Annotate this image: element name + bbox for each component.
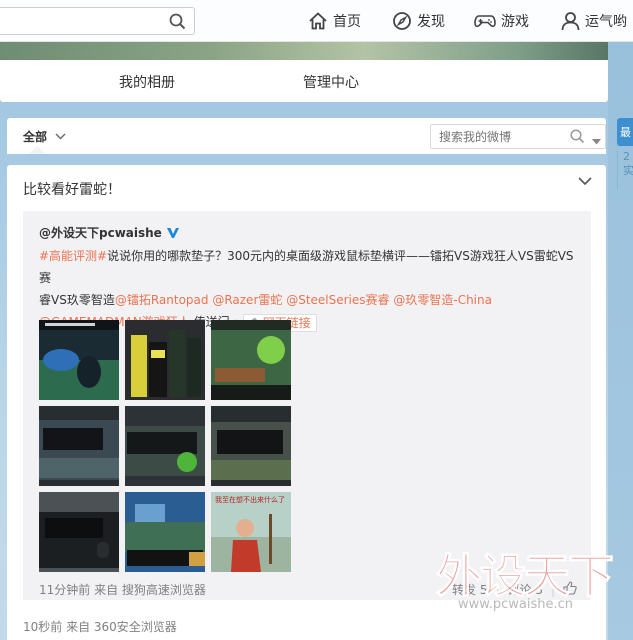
- filter-pointer: [29, 146, 45, 154]
- nav-discover-label: 发现: [417, 14, 445, 30]
- side-floating-tab[interactable]: 最: [617, 118, 633, 146]
- nav-home-label: 首页: [333, 14, 361, 30]
- side-tab-label: 最: [620, 126, 631, 139]
- my-weibo-search[interactable]: [430, 124, 606, 149]
- my-weibo-search-input[interactable]: [431, 125, 561, 148]
- mention-link[interactable]: @玖零智造-China: [393, 293, 492, 307]
- repost-author[interactable]: @外设天下pcwaishe: [39, 224, 180, 241]
- repost-body-text-3: 睿VS玖零智造: [39, 293, 115, 307]
- repost-author-name[interactable]: @外设天下pcwaishe: [39, 224, 162, 241]
- poster-thumbnail[interactable]: 我至在想不出来什么了: [211, 492, 291, 572]
- nav-home[interactable]: 首页: [308, 10, 361, 32]
- filter-all-dropdown[interactable]: 全部: [23, 128, 66, 145]
- hashtag-link[interactable]: #高能评测#: [39, 249, 107, 263]
- nav-profile-label: 运气哟: [585, 14, 627, 30]
- user-icon: [561, 12, 580, 31]
- side-timeline-line: [617, 150, 618, 190]
- mousepad-boxes-thumbnail[interactable]: [125, 320, 205, 400]
- search-icon[interactable]: [169, 13, 186, 33]
- keyboard-razer-logo-thumbnail[interactable]: [125, 406, 205, 486]
- repost-body: #高能评测#说说你用的哪款垫子？300元内的桌面级游戏鼠标垫横评——镭拓VS游戏…: [39, 245, 583, 333]
- global-search-input[interactable]: [0, 8, 160, 34]
- artwork-pad-thumbnail[interactable]: [125, 492, 205, 572]
- nav-games[interactable]: 游戏: [474, 10, 529, 32]
- tab-my-album[interactable]: 我的相册: [119, 72, 175, 92]
- tab-manage-center[interactable]: 管理中心: [303, 72, 359, 92]
- keyboard-on-pad-thumbnail-1[interactable]: [39, 406, 119, 486]
- keyboard-dark-pad-thumbnail[interactable]: [39, 492, 119, 572]
- repost-body-text: 说说你用的哪款垫子？300元内的桌面级游戏鼠标垫横评——: [107, 249, 431, 263]
- mention-link[interactable]: @Razer雷蛇: [212, 293, 282, 307]
- profile-cover-banner: [0, 42, 608, 60]
- mention-link[interactable]: @SteelSeries赛睿: [286, 293, 389, 307]
- nav-games-label: 游戏: [501, 14, 529, 30]
- mouse-and-pad-thumbnail[interactable]: [39, 320, 119, 400]
- green-razer-pad-thumbnail[interactable]: [211, 320, 291, 400]
- search-icon[interactable]: [570, 129, 585, 147]
- compass-icon: [393, 12, 411, 30]
- home-icon: [309, 12, 327, 30]
- keyboard-on-pad-thumbnail-2[interactable]: [211, 406, 291, 486]
- repost-meta[interactable]: 11分钟前 来自 搜狗高速浏览器: [39, 581, 206, 598]
- caret-down-icon[interactable]: [592, 134, 601, 148]
- feed-filter-bar: 全部: [7, 118, 606, 154]
- post-meta[interactable]: 10秒前 来自 360安全浏览器: [23, 618, 177, 635]
- nav-discover[interactable]: 发现: [392, 10, 445, 32]
- top-navigation-bar: 首页 发现 游戏 运气哟: [0, 0, 633, 42]
- watermark-url: www.pcwaishe.cn: [458, 597, 573, 612]
- verified-badge-icon: [166, 227, 179, 238]
- profile-tabs: 我的相册 管理中心: [0, 60, 608, 102]
- post-text: 比较看好雷蛇！: [23, 182, 121, 198]
- svg-text:外设天下: 外设天下: [436, 549, 613, 603]
- post-options-chevron-icon[interactable]: [578, 175, 592, 189]
- side-timeline-text: 2 实: [623, 150, 633, 177]
- nav-profile[interactable]: 运气哟: [561, 10, 627, 32]
- global-search-box[interactable]: [0, 7, 195, 35]
- poster-caption: 我至在想不出来什么了: [215, 496, 285, 504]
- mention-link[interactable]: @镭拓Rantopad: [115, 293, 209, 307]
- filter-all-label: 全部: [23, 130, 48, 144]
- chevron-down-icon: [55, 133, 66, 140]
- gamepad-icon: [474, 15, 496, 28]
